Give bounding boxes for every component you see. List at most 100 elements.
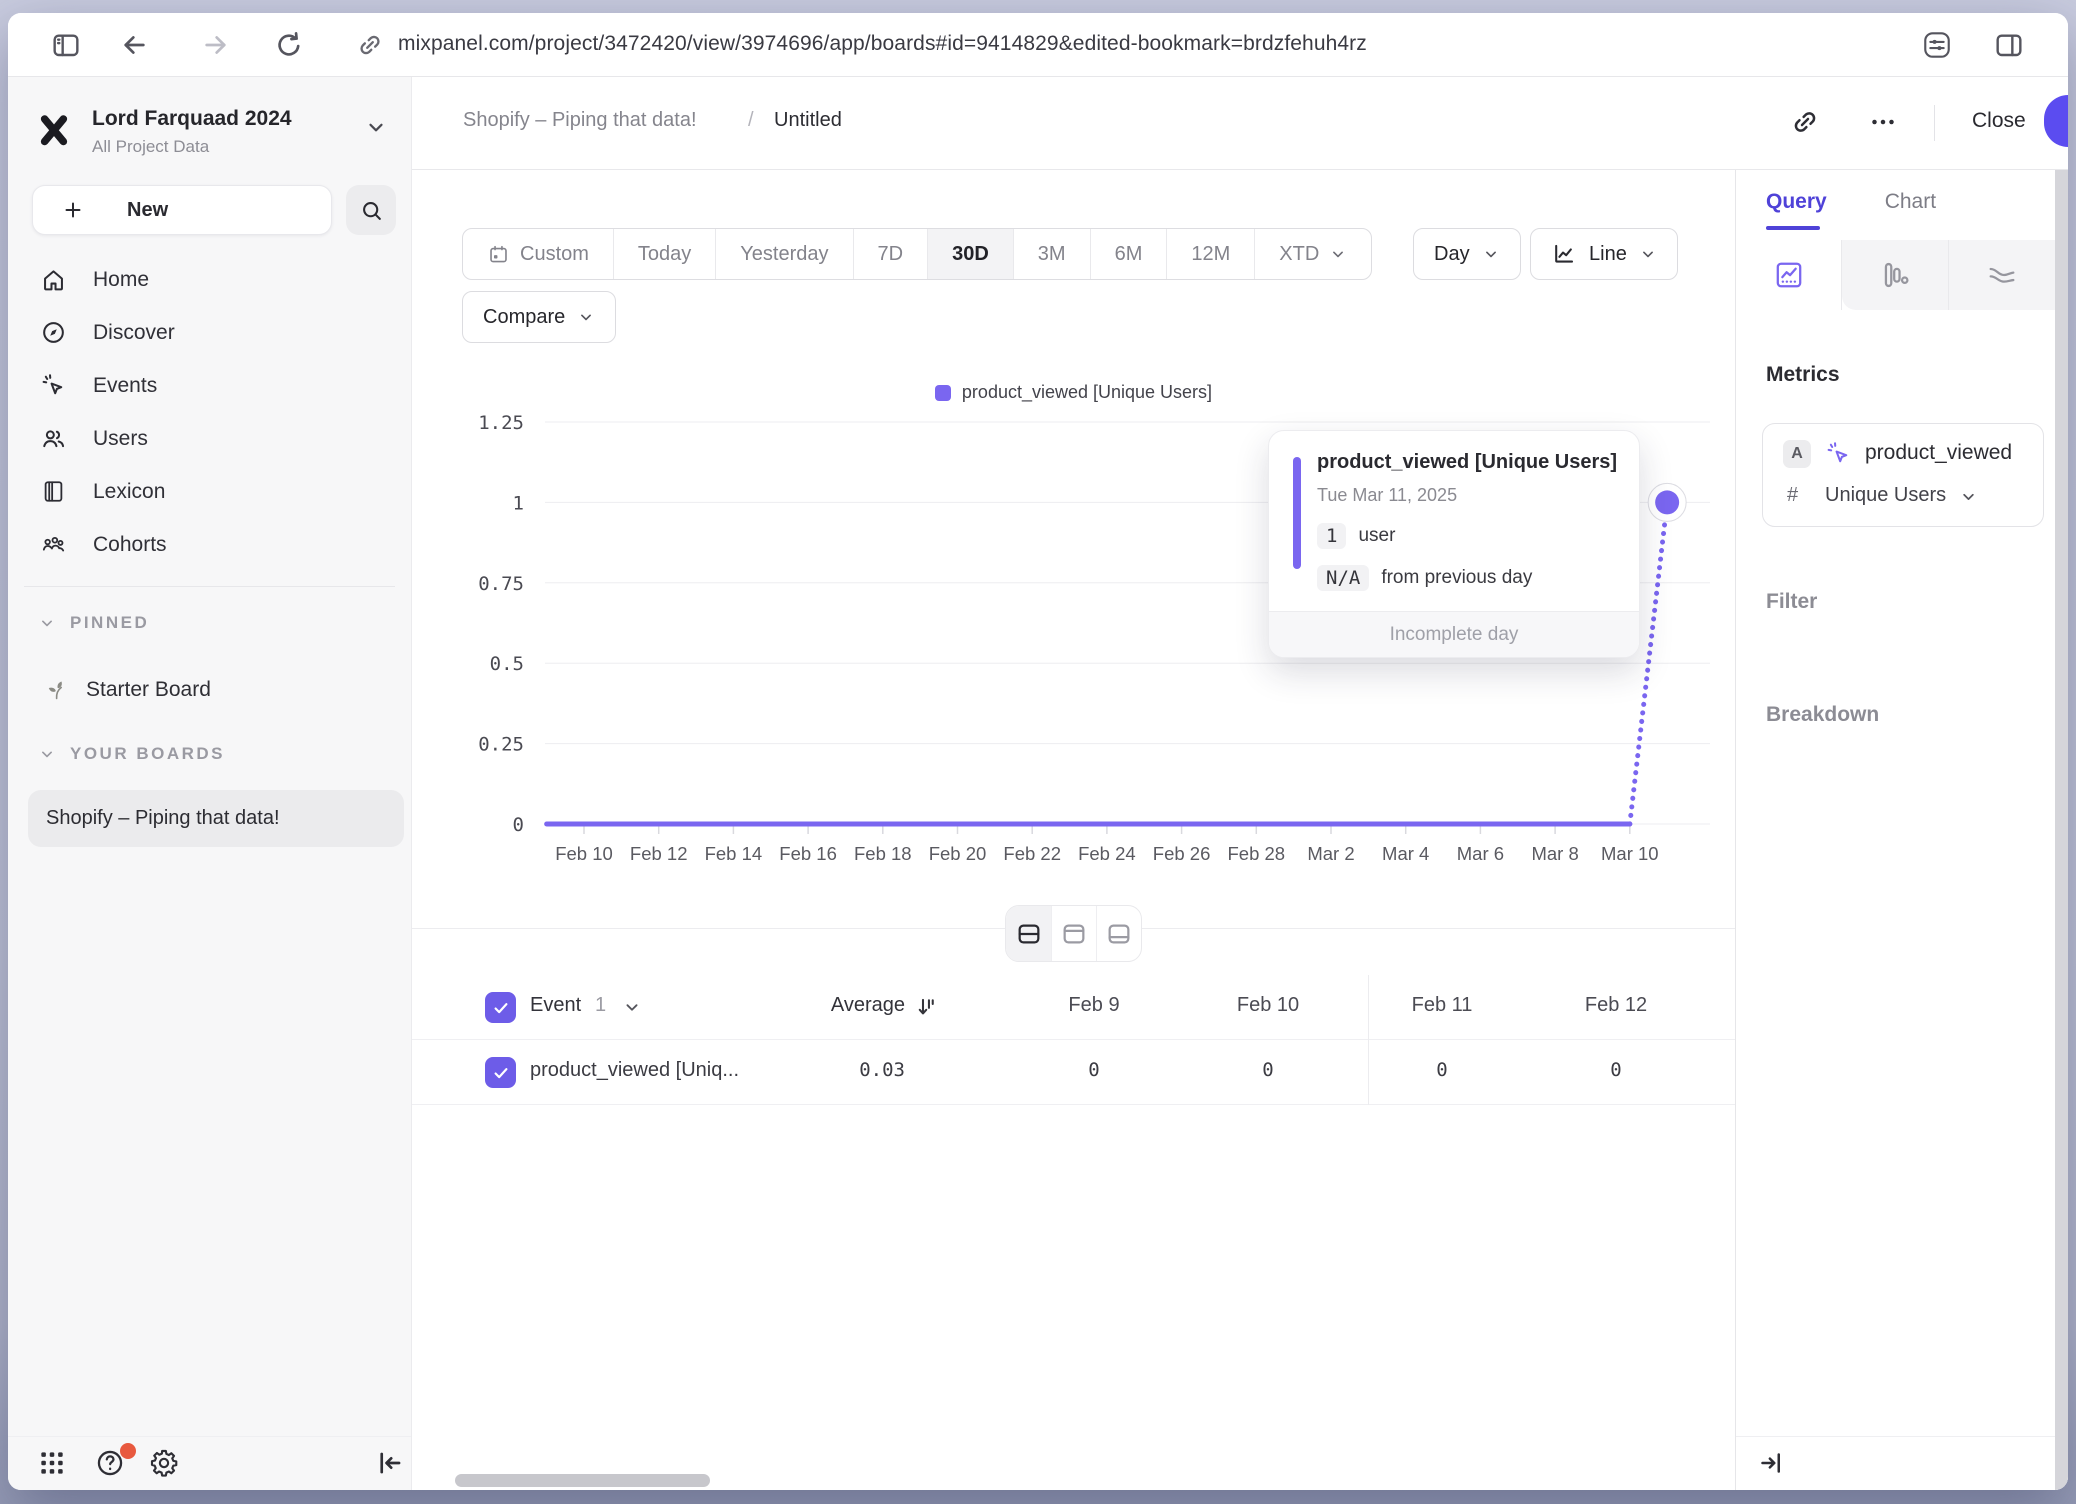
breadcrumb-board[interactable]: Shopify – Piping that data! bbox=[463, 109, 697, 132]
metric-aggregation[interactable]: Unique Users bbox=[1825, 484, 1946, 507]
forward-icon[interactable] bbox=[200, 29, 232, 61]
copy-link-icon[interactable] bbox=[1790, 107, 1820, 137]
more-options-icon[interactable] bbox=[1868, 107, 1898, 137]
board-item-label: Shopify – Piping that data! bbox=[46, 807, 280, 830]
apps-grid-icon[interactable] bbox=[36, 1447, 68, 1479]
report-type-insights-tab[interactable] bbox=[1736, 240, 1842, 310]
reload-icon[interactable] bbox=[273, 29, 305, 61]
view-chart-only-button[interactable] bbox=[1051, 906, 1096, 961]
event-column-header[interactable]: Event bbox=[530, 994, 581, 1017]
close-button[interactable]: Close bbox=[1972, 109, 2026, 133]
report-header: Shopify – Piping that data! / Untitled C… bbox=[412, 77, 2068, 170]
workspace-name[interactable]: Lord Farquaad 2024 bbox=[92, 107, 292, 131]
content-column: Shopify – Piping that data! / Untitled C… bbox=[412, 77, 2068, 1490]
header-divider bbox=[1934, 105, 1935, 141]
url-field[interactable]: mixpanel.com/project/3472420/view/397469… bbox=[398, 32, 1367, 56]
cell-value: 0 bbox=[1610, 1059, 1621, 1081]
svg-text:Feb 22: Feb 22 bbox=[1003, 843, 1061, 864]
flows-icon bbox=[1986, 259, 2018, 291]
pinned-section-header[interactable]: PINNED bbox=[8, 613, 149, 633]
sidebar-item-home[interactable]: Home bbox=[8, 253, 411, 306]
svg-text:0: 0 bbox=[513, 814, 524, 836]
cell-value: 0 bbox=[1436, 1059, 1447, 1081]
tooltip-delta-label: from previous day bbox=[1381, 567, 1532, 589]
date-column-header[interactable]: Feb 12 bbox=[1585, 994, 1647, 1017]
sort-icon[interactable] bbox=[914, 994, 940, 1020]
sidebar-toggle-icon[interactable] bbox=[50, 29, 82, 61]
view-table-only-button[interactable] bbox=[1096, 906, 1141, 961]
breakdown-heading[interactable]: Breakdown bbox=[1766, 703, 1879, 727]
tooltip-value-row: 1 user bbox=[1317, 523, 1395, 549]
svg-text:Feb 20: Feb 20 bbox=[929, 843, 987, 864]
new-button[interactable]: New bbox=[32, 185, 332, 235]
select-all-checkbox[interactable] bbox=[485, 992, 516, 1023]
report-main: CustomTodayYesterday7D30D3M6M12MXTD Day … bbox=[412, 170, 1735, 1490]
sidebar-item-discover[interactable]: Discover bbox=[8, 306, 411, 359]
tab-chart[interactable]: Chart bbox=[1885, 190, 1936, 214]
filter-heading[interactable]: Filter bbox=[1766, 590, 1817, 614]
sidebar-nav: Home Discover EventsUsers Lexicon Cohorts bbox=[8, 253, 411, 571]
browser-window: mixpanel.com/project/3472420/view/397469… bbox=[8, 13, 2068, 1490]
gear-icon[interactable] bbox=[148, 1447, 180, 1479]
svg-text:0.25: 0.25 bbox=[478, 734, 524, 756]
tooltip-delta: N/A bbox=[1317, 565, 1369, 591]
breadcrumb-page[interactable]: Untitled bbox=[774, 109, 842, 132]
funnel-icon bbox=[1879, 259, 1911, 291]
svg-text:Feb 10: Feb 10 bbox=[555, 843, 613, 864]
chevron-down-icon[interactable] bbox=[622, 997, 642, 1017]
collapse-sidebar-icon[interactable] bbox=[374, 1447, 406, 1479]
svg-text:0.75: 0.75 bbox=[478, 573, 524, 595]
date-column-header[interactable]: Feb 9 bbox=[1068, 994, 1119, 1017]
row-checkbox[interactable] bbox=[485, 1057, 516, 1088]
users-icon bbox=[40, 425, 67, 452]
event-icon bbox=[1825, 440, 1852, 467]
board-item-selected[interactable]: Shopify – Piping that data! bbox=[28, 790, 404, 847]
svg-text:Mar 8: Mar 8 bbox=[1531, 843, 1578, 864]
pinned-board-item[interactable]: Starter Board bbox=[8, 665, 411, 715]
layout-bottom-icon bbox=[1105, 920, 1133, 948]
split-view-icon[interactable] bbox=[1993, 29, 2025, 61]
home-icon bbox=[40, 266, 67, 293]
report-type-funnels-tab[interactable] bbox=[1842, 240, 1948, 310]
metric-event-name[interactable]: product_viewed bbox=[1865, 441, 2012, 465]
chevron-down-icon[interactable] bbox=[364, 115, 388, 139]
sidebar-item-label: Lexicon bbox=[93, 480, 165, 504]
event-count: 1 bbox=[595, 994, 606, 1017]
sidebar-item-lexicon[interactable]: Lexicon bbox=[8, 465, 411, 518]
save-button[interactable] bbox=[2044, 95, 2068, 147]
table-header-row: Event 1 Average Feb 9 Feb 10 Feb 11 Feb 12 bbox=[412, 975, 1735, 1040]
horizontal-scrollbar[interactable] bbox=[455, 1474, 710, 1487]
date-column-header[interactable]: Feb 10 bbox=[1237, 994, 1299, 1017]
svg-text:1: 1 bbox=[513, 492, 524, 514]
date-column-header[interactable]: Feb 11 bbox=[1412, 994, 1473, 1017]
body-row: CustomTodayYesterday7D30D3M6M12MXTD Day … bbox=[412, 170, 2068, 1490]
collapse-panel-icon[interactable] bbox=[1756, 1448, 1786, 1478]
average-column-header[interactable]: Average bbox=[712, 994, 905, 1017]
back-icon[interactable] bbox=[118, 29, 150, 61]
tooltip-footer: Incomplete day bbox=[1269, 611, 1639, 657]
your-boards-section-header[interactable]: YOUR BOARDS bbox=[8, 744, 225, 764]
panel-scrollbar[interactable] bbox=[2055, 170, 2068, 1490]
browser-settings-icon[interactable] bbox=[1921, 29, 1953, 61]
table-column-divider bbox=[1368, 975, 1369, 1105]
sidebar-item-users[interactable]: Users bbox=[8, 412, 411, 465]
metric-card[interactable]: A product_viewed # Unique Users bbox=[1762, 423, 2044, 527]
search-button[interactable] bbox=[346, 185, 396, 235]
view-split-button[interactable] bbox=[1006, 906, 1051, 961]
workspace-subtitle: All Project Data bbox=[92, 137, 209, 157]
tooltip-date: Tue Mar 11, 2025 bbox=[1317, 485, 1457, 506]
sidebar-item-events[interactable]: Events bbox=[8, 359, 411, 412]
report-type-flows-tab[interactable] bbox=[1949, 240, 2055, 310]
tab-query[interactable]: Query bbox=[1766, 190, 1827, 214]
tooltip-series-bar bbox=[1293, 457, 1301, 569]
sidebar-item-label: Discover bbox=[93, 321, 175, 345]
svg-text:Feb 26: Feb 26 bbox=[1153, 843, 1211, 864]
svg-text:Feb 12: Feb 12 bbox=[630, 843, 688, 864]
sidebar-item-cohorts[interactable]: Cohorts bbox=[8, 518, 411, 571]
sidebar: Lord Farquaad 2024 All Project Data New … bbox=[8, 77, 412, 1490]
table-row[interactable]: product_viewed [Uniq... 0.03 0000 bbox=[412, 1040, 1735, 1105]
svg-text:Feb 14: Feb 14 bbox=[705, 843, 763, 864]
svg-text:Feb 28: Feb 28 bbox=[1227, 843, 1285, 864]
report-type-tabs bbox=[1736, 240, 2055, 310]
svg-text:Feb 24: Feb 24 bbox=[1078, 843, 1136, 864]
